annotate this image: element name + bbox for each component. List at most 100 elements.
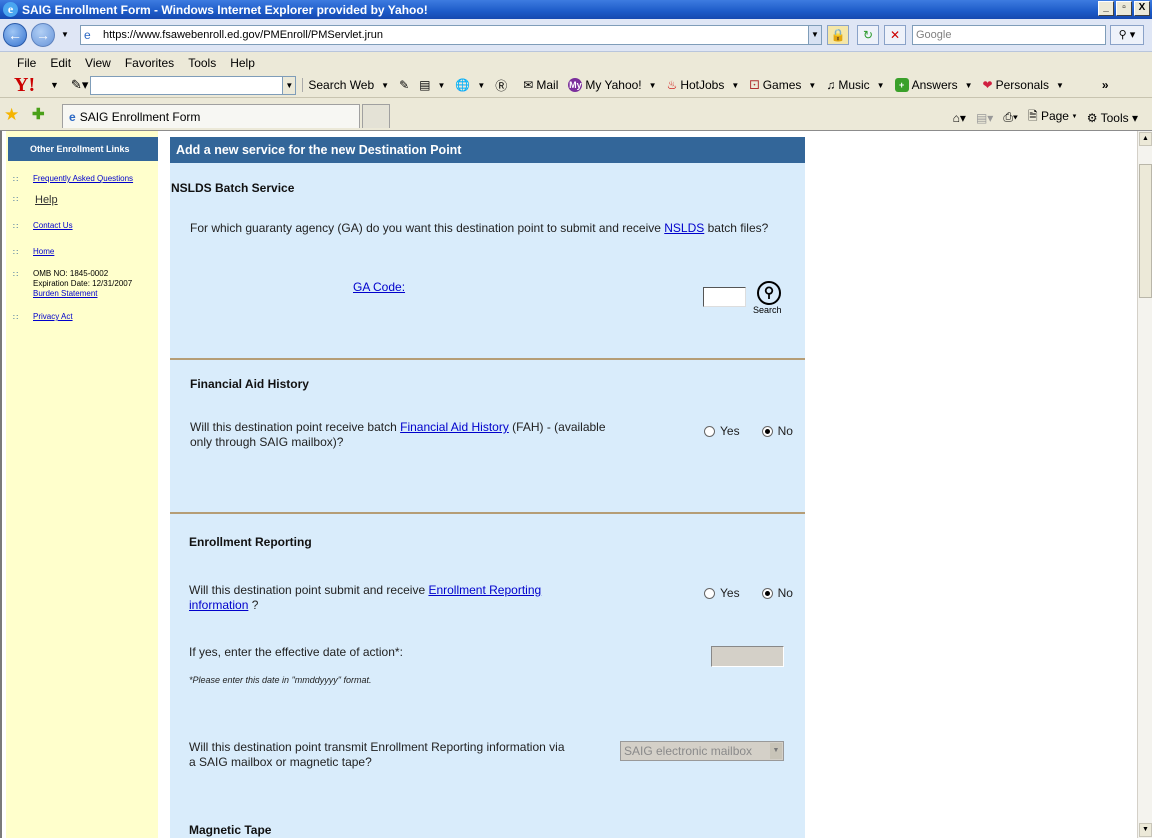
forward-button[interactable]: →: [31, 23, 55, 47]
new-tab-button[interactable]: [362, 104, 390, 128]
select-dropdown-icon[interactable]: ▼: [770, 743, 782, 759]
search-button-label[interactable]: Search: [753, 305, 782, 315]
address-row: ← → ▼ e https://www.fsawebenroll.ed.gov/…: [0, 19, 1152, 52]
games-icon: ⚀: [749, 78, 760, 92]
burden-statement-link[interactable]: Burden Statement: [33, 289, 97, 298]
refresh-icon[interactable]: ↻: [857, 25, 879, 45]
history-dropdown-icon[interactable]: ▼: [61, 30, 69, 39]
ga-code-link[interactable]: GA Code:: [353, 280, 405, 295]
effective-date-input[interactable]: [711, 646, 784, 667]
faq-link[interactable]: Frequently Asked Questions: [33, 174, 133, 183]
my-yahoo-icon: My: [568, 78, 583, 92]
toolbar-overflow-icon[interactable]: »: [1102, 78, 1109, 92]
address-dropdown-icon[interactable]: ▼: [808, 26, 821, 44]
search-input[interactable]: Google: [912, 25, 1106, 45]
yahoo-search-input[interactable]: ▼: [90, 75, 297, 95]
scroll-down-icon[interactable]: ▼: [1139, 823, 1152, 837]
grid-bullet-icon: ∷: [13, 222, 19, 231]
add-favorite-icon[interactable]: ✚: [32, 105, 45, 123]
menu-file[interactable]: File: [10, 56, 43, 70]
menu-view[interactable]: View: [78, 56, 118, 70]
ga-code-input[interactable]: [703, 287, 746, 307]
answers-icon: +: [894, 78, 909, 92]
home-link[interactable]: Home: [33, 247, 54, 256]
fah-yes-label: Yes: [720, 424, 740, 438]
lock-icon[interactable]: 🔒: [827, 25, 849, 45]
tools-menu-button[interactable]: ⚙ Tools ▾: [1087, 111, 1138, 125]
menu-favorites[interactable]: Favorites: [118, 56, 181, 70]
fah-no-radio[interactable]: [761, 425, 773, 437]
enrollment-reporting-link[interactable]: Enrollment Reporting: [428, 583, 541, 597]
globe-icon[interactable]: 🌐 ▼: [455, 78, 485, 92]
music-button[interactable]: ♫ Music ▼: [826, 78, 884, 92]
feeds-icon[interactable]: ▤▾: [976, 111, 993, 125]
favorites-star-icon[interactable]: ★: [4, 105, 19, 125]
close-button[interactable]: X: [1134, 1, 1150, 16]
tab-label: SAIG Enrollment Form: [79, 109, 201, 124]
search-go-icon[interactable]: ⚲ ▾: [1110, 25, 1144, 45]
menu-help[interactable]: Help: [223, 56, 262, 70]
my-yahoo-button[interactable]: My My Yahoo! ▼: [568, 78, 657, 92]
search-web-button[interactable]: Search Web ▼: [302, 78, 389, 92]
my-yahoo-label: My Yahoo!: [585, 78, 642, 92]
highlight-icon[interactable]: ✎: [399, 78, 409, 92]
yahoo-mail-button[interactable]: ✉ Mail: [523, 78, 558, 92]
omb-number: OMB NO: 1845-0002: [33, 269, 109, 278]
magnifier-search-icon[interactable]: ⚲: [757, 281, 781, 305]
window-title-bar: e SAIG Enrollment Form - Windows Interne…: [0, 0, 1152, 19]
games-button[interactable]: ⚀ Games ▼: [749, 78, 816, 92]
nslds-link[interactable]: NSLDS: [664, 221, 704, 235]
home-icon[interactable]: ⌂▾: [953, 111, 966, 125]
answers-button[interactable]: + Answers ▼: [894, 78, 973, 92]
yahoo-logo-icon[interactable]: Y!: [14, 74, 44, 97]
er-yes-radio[interactable]: [704, 587, 715, 599]
contact-us-link[interactable]: Contact Us: [33, 221, 73, 230]
tab-saig-enrollment-form[interactable]: e SAIG Enrollment Form: [62, 104, 360, 128]
maximize-button[interactable]: ▫: [1116, 1, 1132, 16]
yahoo-menu-dropdown-icon[interactable]: ▼: [50, 80, 59, 90]
er-yes-label: Yes: [720, 586, 740, 600]
address-bar[interactable]: e https://www.fsawebenroll.ed.gov/PMEnro…: [80, 25, 822, 45]
music-label: Music: [838, 78, 870, 92]
menu-bar: File Edit View Favorites Tools Help: [0, 53, 1152, 73]
financial-aid-history-link[interactable]: Financial Aid History: [400, 420, 509, 434]
help-link[interactable]: Help: [35, 194, 58, 206]
scroll-up-icon[interactable]: ▲: [1139, 132, 1152, 146]
pencil-icon[interactable]: ✎▾: [71, 77, 88, 93]
vertical-scrollbar[interactable]: ▲ ▼: [1137, 131, 1152, 838]
tab-row: ★ ✚ e SAIG Enrollment Form ⌂▾ ▤▾ ⎙▾ 🗎 Pa…: [0, 99, 1152, 131]
sidebar-item-help: ∷ Help: [6, 194, 158, 206]
page-menu-button[interactable]: 🗎 Page ▾: [1028, 107, 1077, 128]
headphones-icon[interactable]: Ⓡ: [495, 77, 507, 94]
scroll-thumb[interactable]: [1139, 164, 1152, 298]
answers-label: Answers: [911, 78, 958, 92]
minimize-button[interactable]: _: [1098, 1, 1114, 16]
section-divider: [170, 358, 805, 360]
menu-tools[interactable]: Tools: [181, 56, 223, 70]
yahoo-toolbar: Y! ▼ ✎▾ ▼ Search Web ▼ ✎ ▤ ▼ 🌐 ▼ Ⓡ ✉ Mail …: [0, 73, 1152, 98]
enrollment-reporting-info-link[interactable]: information: [189, 598, 248, 612]
transmit-method-select[interactable]: SAIG electronic mailbox ▼: [620, 741, 784, 761]
news-icon[interactable]: ▤ ▼: [419, 78, 445, 92]
search-web-dropdown-icon[interactable]: ▼: [381, 81, 389, 90]
window-controls: _ ▫ X: [1098, 1, 1150, 16]
back-button[interactable]: ←: [3, 23, 27, 47]
stop-icon[interactable]: ✕: [884, 25, 906, 45]
print-icon[interactable]: ⎙▾: [1003, 110, 1018, 125]
personals-label: Personals: [995, 78, 1049, 92]
menu-edit[interactable]: Edit: [43, 56, 78, 70]
grid-bullet-icon: ∷: [13, 195, 19, 204]
hotjobs-icon: ♨: [666, 78, 678, 92]
hotjobs-button[interactable]: ♨ HotJobs ▼: [667, 78, 740, 92]
er-no-label: No: [777, 586, 793, 600]
heart-icon: ❤: [982, 78, 993, 92]
yahoo-search-dropdown-icon[interactable]: ▼: [282, 76, 296, 94]
nslds-question: For which guaranty agency (GA) do you wa…: [190, 221, 768, 236]
transmit-question-line1: Will this destination point transmit Enr…: [189, 740, 565, 754]
privacy-act-link[interactable]: Privacy Act: [33, 312, 73, 321]
sidebar-item-privacy: ∷ Privacy Act: [6, 312, 158, 322]
fah-yes-radio[interactable]: [704, 425, 715, 437]
er-no-radio[interactable]: [761, 587, 773, 599]
personals-button[interactable]: ❤ Personals ▼: [983, 78, 1064, 92]
transmit-question: Will this destination point transmit Enr…: [189, 740, 609, 770]
